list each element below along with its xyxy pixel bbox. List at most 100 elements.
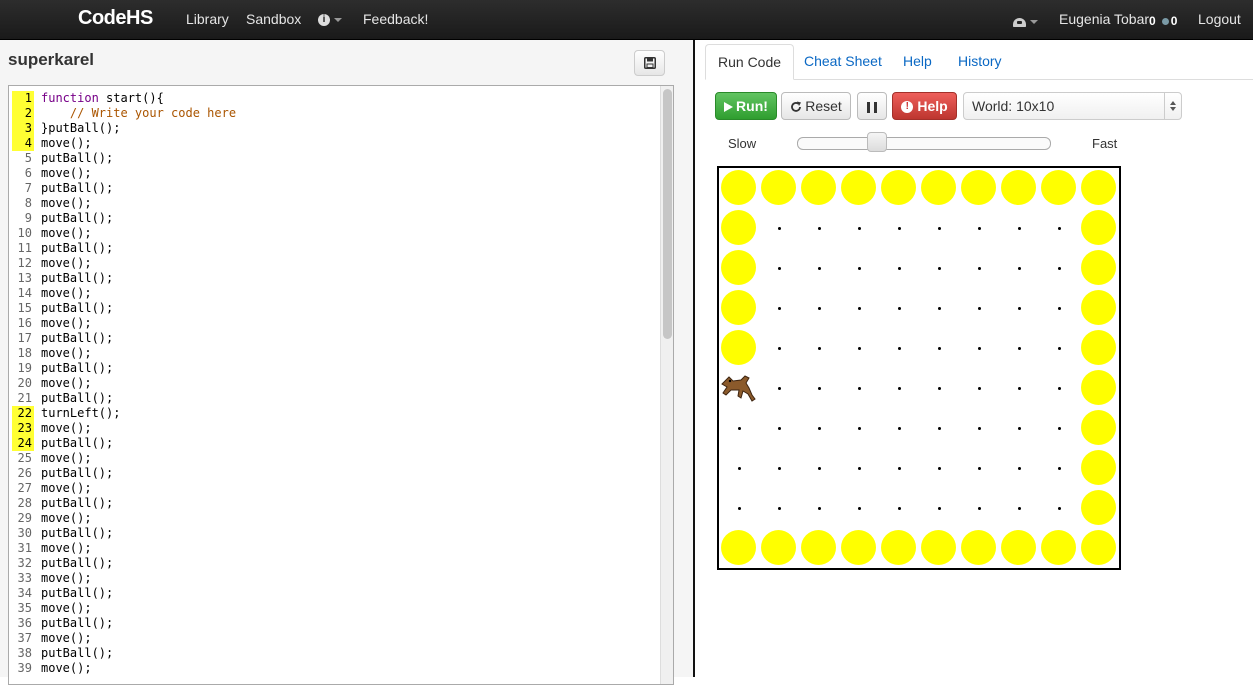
code-line[interactable]: move();	[41, 286, 656, 301]
world-select[interactable]: World: 10x10	[963, 92, 1182, 120]
nav-feedback[interactable]: Feedback!	[363, 11, 428, 27]
code-line[interactable]: function start(){	[41, 91, 656, 106]
grid-dot	[1018, 467, 1021, 470]
code-line[interactable]: putBall();	[41, 241, 656, 256]
grid-cell	[1079, 488, 1119, 528]
code-line[interactable]: putBall();	[41, 496, 656, 511]
ball	[921, 170, 956, 205]
grid-dot	[978, 387, 981, 390]
code-line[interactable]: move();	[41, 196, 656, 211]
code-line[interactable]: putBall();	[41, 616, 656, 631]
code-line[interactable]: putBall();	[41, 556, 656, 571]
ball	[1081, 490, 1116, 525]
grid-cell	[999, 528, 1039, 568]
line-number: 37	[17, 631, 32, 645]
caret-down-icon	[334, 18, 342, 23]
grid-cell	[1039, 368, 1079, 408]
line-number: 11	[17, 241, 32, 255]
code-line[interactable]: move();	[41, 136, 656, 151]
grid-cell	[719, 288, 759, 328]
logout-link[interactable]: Logout	[1198, 11, 1241, 27]
reset-button[interactable]: Reset	[781, 92, 851, 120]
code-line[interactable]: putBall();	[41, 466, 656, 481]
grid-dot	[818, 347, 821, 350]
save-button[interactable]	[634, 50, 665, 76]
brand-logo[interactable]: CodeHS	[78, 7, 153, 30]
code-line[interactable]: move();	[41, 631, 656, 646]
pause-button[interactable]	[857, 92, 887, 120]
code-editor[interactable]: 1 2 3 4 5 6 7 8 9 10 11 12 13 14 15 16 17 18 19 20 21 22 23 24 2…	[8, 85, 674, 685]
grid-dot	[1058, 467, 1061, 470]
code-line[interactable]: putBall();	[41, 586, 656, 601]
grid-cell	[1079, 408, 1119, 448]
editor-scroll-thumb[interactable]	[663, 89, 672, 339]
code-line[interactable]: putBall();	[41, 646, 656, 661]
nav-sandbox[interactable]: Sandbox	[246, 11, 301, 27]
tab-cheat-sheet[interactable]: Cheat Sheet	[792, 44, 894, 80]
tab-history[interactable]: History	[946, 44, 1014, 80]
code-line[interactable]: move();	[41, 226, 656, 241]
grid-dot	[778, 387, 781, 390]
code-line[interactable]: move();	[41, 481, 656, 496]
user-name[interactable]: Eugenia Tobar	[1059, 11, 1149, 27]
code-line[interactable]: putBall();	[41, 361, 656, 376]
grid-dot	[898, 227, 901, 230]
gems-count: 0	[1170, 14, 1178, 28]
code-line[interactable]: putBall();	[41, 211, 656, 226]
helmet-dropdown[interactable]	[1013, 13, 1038, 29]
code-line[interactable]: turnLeft();	[41, 406, 656, 421]
grid-cell	[1039, 448, 1079, 488]
grid-cell	[919, 488, 959, 528]
code-line[interactable]: putBall();	[41, 526, 656, 541]
run-button[interactable]: Run!	[715, 92, 777, 120]
code-line[interactable]: move();	[41, 601, 656, 616]
grid-cell	[719, 528, 759, 568]
ball	[761, 170, 796, 205]
code-line[interactable]: move();	[41, 346, 656, 361]
code-line[interactable]: move();	[41, 511, 656, 526]
code-line[interactable]: move();	[41, 256, 656, 271]
code-line[interactable]: move();	[41, 166, 656, 181]
speed-slider[interactable]	[797, 137, 1051, 150]
speed-slider-handle[interactable]	[867, 132, 888, 152]
grid-cell	[719, 328, 759, 368]
tab-run-code[interactable]: Run Code	[705, 44, 795, 80]
line-number: 14	[17, 286, 32, 300]
grid-dot	[938, 387, 941, 390]
code-line[interactable]: move();	[41, 376, 656, 391]
grid-dot	[898, 427, 901, 430]
code-line[interactable]: putBall();	[41, 271, 656, 286]
grid-cell	[1079, 448, 1119, 488]
grid-cell	[1079, 248, 1119, 288]
code-content[interactable]: function start(){ // Write your code her…	[41, 91, 656, 676]
code-line[interactable]: move();	[41, 661, 656, 676]
code-line[interactable]: move();	[41, 571, 656, 586]
line-number: 5	[24, 151, 32, 165]
code-line[interactable]: move();	[41, 316, 656, 331]
line-number: 34	[17, 586, 32, 600]
code-line[interactable]: move();	[41, 421, 656, 436]
code-line[interactable]: move();	[41, 451, 656, 466]
info-dropdown[interactable]: i	[318, 11, 342, 27]
code-line[interactable]: }putBall();	[41, 121, 656, 136]
code-line[interactable]: putBall();	[41, 391, 656, 406]
tab-help[interactable]: Help	[891, 44, 944, 80]
line-number: 17	[17, 331, 32, 345]
grid-cell	[839, 448, 879, 488]
grid-cell	[719, 408, 759, 448]
code-line[interactable]: putBall();	[41, 301, 656, 316]
nav-library[interactable]: Library	[186, 11, 229, 27]
grid-cell	[879, 288, 919, 328]
code-line[interactable]: move();	[41, 541, 656, 556]
code-line[interactable]: putBall();	[41, 181, 656, 196]
code-line[interactable]: // Write your code here	[41, 106, 656, 121]
editor-scrollbar[interactable]	[660, 86, 673, 684]
editor-pane: superkarel 1 2 3 4 5 6 7 8 9 10 11 12 13 14 15 16 17 18 19…	[0, 40, 693, 685]
code-line[interactable]: putBall();	[41, 331, 656, 346]
caret-down-icon	[1030, 20, 1038, 25]
grid-cell	[719, 248, 759, 288]
grid-cell	[999, 368, 1039, 408]
code-line[interactable]: putBall();	[41, 151, 656, 166]
help-button[interactable]: ! Help	[892, 92, 957, 120]
code-line[interactable]: putBall();	[41, 436, 656, 451]
